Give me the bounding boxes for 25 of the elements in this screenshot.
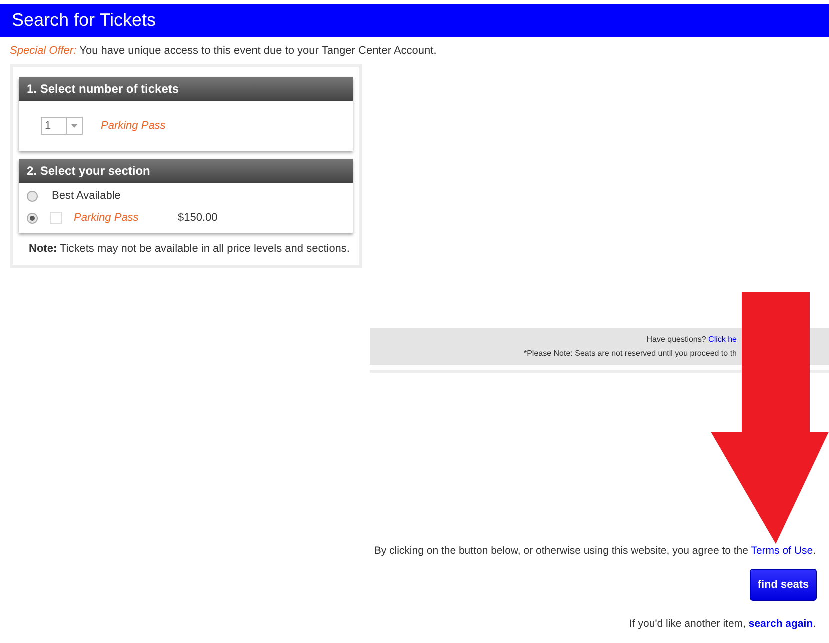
section-header: 1. Select number of tickets	[19, 77, 353, 101]
question-text: Have questions?	[646, 335, 706, 344]
period-text: .	[813, 545, 816, 557]
find-seats-button[interactable]: find seats	[750, 569, 817, 601]
price-text: $150.00	[178, 212, 218, 224]
radio-button[interactable]	[27, 212, 38, 224]
offer-label: Special Offer:	[10, 45, 77, 57]
terms-text: By clicking on the button below, or otherwise using this website, you agree to the	[374, 545, 748, 557]
option-label: Best Available	[52, 190, 121, 202]
offer-text: You have unique access to this event due to your Tanger Center Account.	[80, 45, 437, 57]
item-label: Parking Pass	[101, 120, 166, 132]
notice-text: *Please Note: Seats are not reserved until you proceed to th	[524, 349, 737, 358]
section-header: 2. Select your section	[19, 159, 353, 183]
terms-link[interactable]: Terms of Use	[751, 545, 814, 557]
checkbox[interactable]	[50, 212, 62, 224]
radio-button[interactable]	[27, 190, 38, 202]
search-again-link[interactable]: search again	[748, 618, 814, 630]
caret-icon	[71, 124, 78, 128]
note-text: Note: Tickets may not be available in all price levels and sections.	[29, 243, 351, 255]
page-header: Search for Tickets	[0, 4, 829, 37]
period-text: .	[813, 618, 816, 630]
help-link[interactable]: Click he	[708, 335, 737, 344]
option-label: Parking Pass	[74, 212, 140, 224]
quantity-dropdown[interactable]: 1	[41, 117, 83, 135]
again-text: If you'd like another item,	[630, 618, 746, 630]
